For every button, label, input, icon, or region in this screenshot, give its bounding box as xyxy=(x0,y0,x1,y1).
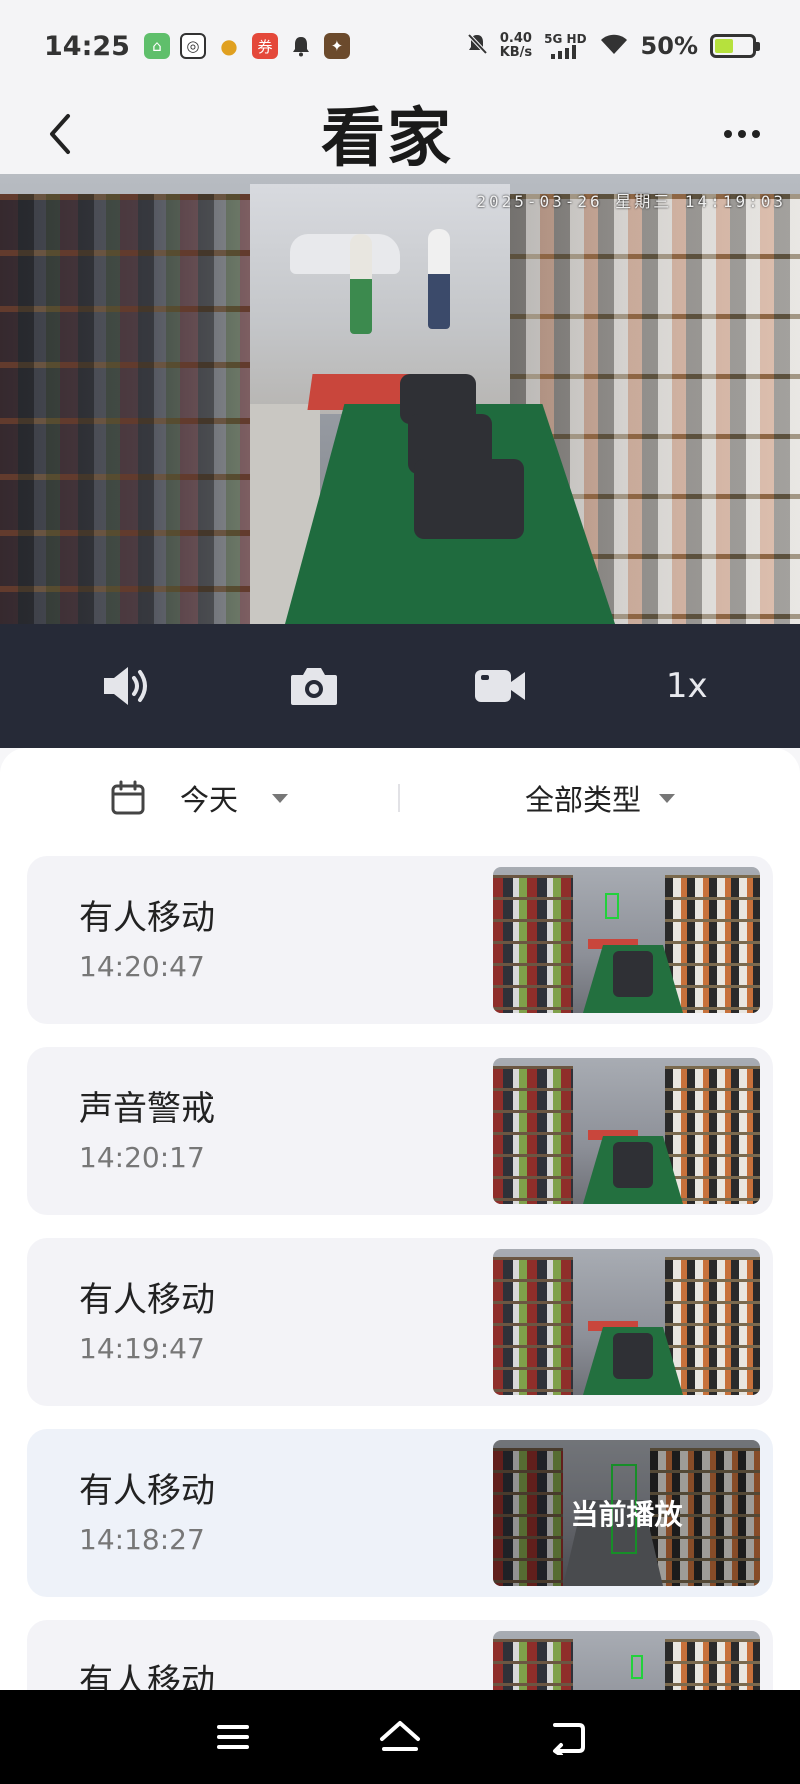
signal-bars-icon xyxy=(551,45,577,59)
caret-down-icon xyxy=(659,793,675,803)
more-dots-icon xyxy=(738,130,746,138)
red-app-icon: 券 xyxy=(251,33,278,59)
snapshot-button[interactable] xyxy=(274,646,354,726)
event-thumbnail: 当前播放 xyxy=(493,1440,760,1586)
green-app-icon: ⌂ xyxy=(143,33,170,59)
detection-box xyxy=(631,1655,643,1679)
colorful-app-icon: ● xyxy=(220,34,238,58)
detection-box xyxy=(605,893,619,919)
bell-icon xyxy=(288,33,314,59)
player-controls: 1x xyxy=(0,624,800,748)
more-dots-icon xyxy=(752,130,760,138)
thumb-shelf-left xyxy=(493,1257,573,1395)
event-card[interactable]: 声音警戒 14:20:17 xyxy=(27,1047,773,1215)
battery-fill xyxy=(715,39,733,53)
more-dots-icon xyxy=(724,130,732,138)
caret-down-icon xyxy=(272,793,288,803)
type-filter[interactable]: 全部类型 xyxy=(400,748,800,848)
status-app-icons: ⌂ ◎ ● 券 ✦ xyxy=(143,33,350,59)
event-card-current[interactable]: 有人移动 14:18:27 当前播放 xyxy=(27,1429,773,1597)
event-list: 有人移动 14:20:47 声音警戒 14:20:17 有人移动 14:19:4… xyxy=(27,856,773,1784)
record-button[interactable] xyxy=(460,646,540,726)
speed-label: 1x xyxy=(665,666,708,706)
event-title: 有人移动 xyxy=(79,1471,215,1511)
now-playing-label: 当前播放 xyxy=(570,1498,683,1531)
cell-signal: 5G HD xyxy=(544,32,587,59)
top-header: 看家 xyxy=(0,92,800,176)
return-icon xyxy=(552,1723,585,1755)
game-app-icon: ✦ xyxy=(323,33,350,59)
home-icon xyxy=(379,1721,420,1751)
thumb-shelf-right xyxy=(665,1257,760,1395)
status-bar: 14:25 ⌂ ◎ ● 券 ✦ 0.40 KB/s 5G HD 50% xyxy=(0,0,800,92)
thumb-stool xyxy=(613,1142,653,1188)
event-thumbnail xyxy=(493,1249,760,1395)
back-nav-button[interactable] xyxy=(537,1707,597,1767)
video-car xyxy=(290,234,400,274)
page-title: 看家 xyxy=(321,102,453,176)
net-speed-unit: KB/s xyxy=(499,45,533,60)
signal-label: 5G HD xyxy=(544,32,587,46)
type-filter-label: 全部类型 xyxy=(524,783,641,817)
event-title: 有人移动 xyxy=(79,1280,215,1320)
event-time: 14:18:27 xyxy=(79,1523,205,1556)
menu-button[interactable] xyxy=(203,1707,263,1767)
video-stool xyxy=(414,459,524,539)
event-time: 14:20:17 xyxy=(79,1141,205,1174)
event-card[interactable]: 有人移动 14:20:47 xyxy=(27,856,773,1024)
now-playing-overlay: 当前播放 xyxy=(493,1440,760,1586)
video-camera-icon xyxy=(475,670,526,702)
speaker-icon xyxy=(104,667,148,705)
menu-icon xyxy=(217,1725,250,1749)
date-filter-label: 今天 xyxy=(179,783,238,817)
status-time: 14:25 xyxy=(44,30,130,62)
wifi-icon xyxy=(599,32,629,60)
battery-icon xyxy=(710,34,760,58)
event-thumbnail xyxy=(493,1058,760,1204)
qq-app-icon: ◎ xyxy=(179,33,206,59)
more-options-button[interactable] xyxy=(712,104,772,164)
chevron-left-icon xyxy=(50,114,70,154)
date-filter[interactable]: 今天 xyxy=(0,748,398,848)
event-time: 14:19:47 xyxy=(79,1332,205,1365)
volume-button[interactable] xyxy=(87,646,167,726)
thumb-stool xyxy=(613,1333,653,1379)
thumb-shelf-left xyxy=(493,1066,573,1204)
thumb-shelf-right xyxy=(665,875,760,1013)
system-nav-bar xyxy=(0,1690,800,1784)
playback-speed-button[interactable]: 1x xyxy=(647,646,727,726)
mute-bell-icon xyxy=(466,32,488,60)
video-person xyxy=(428,229,450,329)
thumb-shelf-left xyxy=(493,875,573,1013)
status-indicators: 0.40 KB/s 5G HD 50% xyxy=(466,32,760,60)
video-timestamp: 2025-03-26 星期三 14:19:03 xyxy=(476,192,786,211)
app-screen: 14:25 ⌂ ◎ ● 券 ✦ 0.40 KB/s 5G HD 50% 看家 2… xyxy=(0,0,800,1784)
event-title: 有人移动 xyxy=(79,898,215,938)
event-panel: 今天 全部类型 有人移动 14:20:47 声音警戒 14:20:17 有人移动… xyxy=(0,748,800,1784)
home-button[interactable] xyxy=(370,1707,430,1767)
video-person xyxy=(350,234,372,334)
event-thumbnail xyxy=(493,867,760,1013)
thumb-stool xyxy=(613,951,653,997)
video-shelf-left xyxy=(0,194,250,624)
event-card[interactable]: 有人移动 14:19:47 xyxy=(27,1238,773,1406)
live-video-view[interactable]: 2025-03-26 星期三 14:19:03 xyxy=(0,174,800,624)
back-button[interactable] xyxy=(30,104,90,164)
net-speed: 0.40 KB/s xyxy=(500,32,532,60)
camera-icon xyxy=(290,668,337,705)
battery-percent: 50% xyxy=(640,32,698,60)
thumb-shelf-right xyxy=(665,1066,760,1204)
net-speed-value: 0.40 xyxy=(499,31,532,46)
calendar-icon xyxy=(111,780,145,815)
event-time: 14:20:47 xyxy=(79,950,205,983)
filter-bar: 今天 全部类型 xyxy=(0,748,800,848)
event-title: 声音警戒 xyxy=(79,1089,215,1129)
